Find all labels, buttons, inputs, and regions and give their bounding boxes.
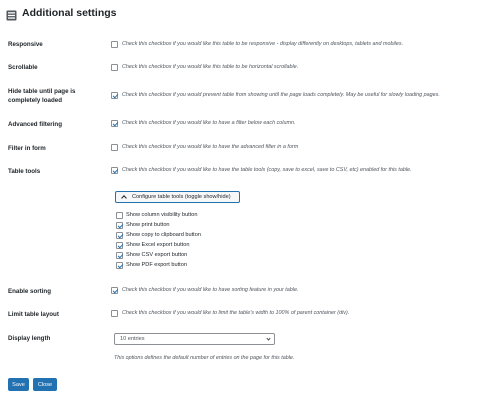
close-button[interactable]: Close xyxy=(33,378,57,391)
hide-table-description: Check this checkbox if you would prevent… xyxy=(122,92,440,98)
print-button-label: Show print button xyxy=(126,222,170,228)
section-title: Additional settings xyxy=(22,7,117,19)
copy-clipboard-label: Show copy to clipboard button xyxy=(126,232,201,238)
filter-in-form-description: Check this checkbox if you would like to… xyxy=(122,144,299,150)
pdf-export-checkbox[interactable] xyxy=(116,262,123,269)
chevron-up-icon xyxy=(121,195,127,201)
column-visibility-checkbox[interactable] xyxy=(116,212,123,219)
save-button[interactable]: Save xyxy=(8,378,29,391)
table-tools-label: Table tools xyxy=(8,168,41,175)
scrollable-checkbox[interactable] xyxy=(111,64,118,71)
configure-table-tools-toggle[interactable]: Configure table tools (toggle show/hide) xyxy=(115,191,240,203)
excel-export-label: Show Excel export button xyxy=(126,242,190,248)
advanced-filtering-checkbox[interactable] xyxy=(111,120,118,127)
section-header: Additional settings xyxy=(6,5,117,21)
print-button-checkbox[interactable] xyxy=(116,222,123,229)
limit-table-layout-checkbox[interactable] xyxy=(111,310,118,317)
display-length-value: 10 entries xyxy=(120,336,145,342)
advanced-filtering-label: Advanced filtering xyxy=(8,121,62,128)
csv-export-label: Show CSV export button xyxy=(126,252,188,258)
chevron-down-icon xyxy=(266,336,271,341)
display-length-label: Display length xyxy=(8,335,51,342)
filter-in-form-label: Filter in form xyxy=(8,145,46,152)
csv-export-checkbox[interactable] xyxy=(116,252,123,259)
display-length-description: This options defines the default number … xyxy=(114,355,295,361)
table-tools-checkbox[interactable] xyxy=(111,167,118,174)
limit-table-layout-description: Check this checkbox if you would like to… xyxy=(122,310,350,316)
settings-panel-icon xyxy=(6,8,17,20)
filter-in-form-checkbox[interactable] xyxy=(111,144,118,151)
hide-table-label: Hide table until page is completely load… xyxy=(8,88,76,104)
hide-table-checkbox[interactable] xyxy=(111,92,118,99)
pdf-export-label: Show PDF export button xyxy=(126,262,187,268)
responsive-checkbox[interactable] xyxy=(111,41,118,48)
responsive-description: Check this checkbox if you would like th… xyxy=(122,41,404,47)
column-visibility-label: Show column visibility button xyxy=(126,212,198,218)
scrollable-label: Scrollable xyxy=(8,64,38,71)
enable-sorting-label: Enable sorting xyxy=(8,288,51,295)
responsive-label: Responsive xyxy=(8,41,43,48)
enable-sorting-checkbox[interactable] xyxy=(111,287,118,294)
display-length-select[interactable]: 10 entries xyxy=(114,333,275,345)
excel-export-checkbox[interactable] xyxy=(116,242,123,249)
limit-table-layout-label: Limit table layout xyxy=(8,311,59,318)
copy-clipboard-checkbox[interactable] xyxy=(116,232,123,239)
table-tools-description: Check this checkbox if you would like to… xyxy=(122,167,412,173)
configure-table-tools-label: Configure table tools (toggle show/hide) xyxy=(132,194,231,200)
enable-sorting-description: Check this checkbox if you would like to… xyxy=(122,287,299,293)
scrollable-description: Check this checkbox if you would like th… xyxy=(122,64,299,70)
advanced-filtering-description: Check this checkbox if you would like to… xyxy=(122,120,296,126)
